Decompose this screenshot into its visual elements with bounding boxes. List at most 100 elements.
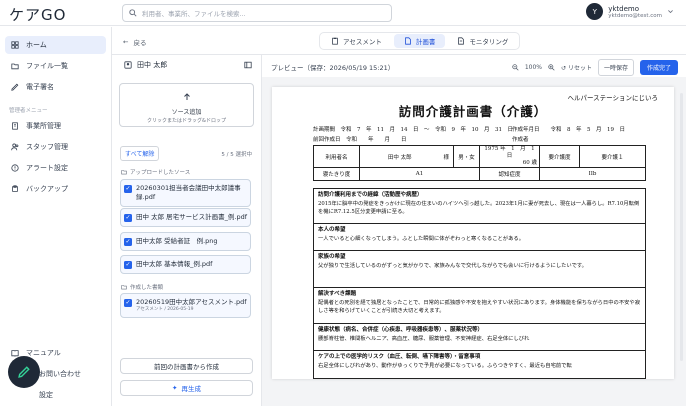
tab-plan[interactable]: 計画書 [393,34,446,48]
birth-cell: 1975 年 1 月 1 日 60 歳 [479,145,540,168]
tab-label: 計画書 [415,38,436,46]
document-page: ヘルパーステーションにじいろ 訪問介護計画書（介護） 計画期間 令和 7 年 1… [272,87,674,379]
checkbox-checked-icon[interactable]: ✓ [124,261,132,269]
sidebar-item-backup[interactable]: バックアップ [5,180,106,198]
upload-title: ソース追加 [171,109,202,116]
checkbox-checked-icon[interactable]: ✓ [124,214,132,222]
temp-save-button[interactable]: 一時保存 [597,59,634,76]
home-icon [11,41,19,49]
complete-button[interactable]: 作成完了 [639,60,678,75]
tab-label: アセスメント [343,38,382,46]
checkbox-checked-icon[interactable]: ✓ [124,299,132,307]
top-bar: ケアGO 利用者、事業所、ファイルを検索... Y yktdemo yktdem… [0,0,686,26]
preview-title: プレビュー（保存：2026/05/19 15:21） [271,64,395,72]
table-cell: 要介護度 [539,145,580,168]
sidebar-item-staff[interactable]: スタッフ管理 [5,138,106,156]
folder-icon [11,63,19,70]
search-input[interactable]: 利用者、事業所、ファイルを検索... [122,4,392,22]
sidebar-item-label: 電子署名 [26,83,54,91]
sidebar-item-alert[interactable]: アラート設定 [5,159,106,177]
section-title: 訪問介護利用までの経緯（活動歴や病歴） [318,192,423,198]
created-file[interactable]: ✓ 20260519田中太郎アセスメント.pdf アセスメント / 2026-0… [120,293,251,318]
sidebar-item-label: 設定 [39,391,53,399]
sidebar-item-settings[interactable]: 設定 [5,386,106,404]
selection-row: すべて解除 5 / 5 選択中 [120,146,252,161]
manager-menu-title: 管理者メニュー [9,108,48,114]
table-cell: 様 [439,145,454,168]
client-info-table: 利用者名 田中 太郎 様 男・女 1975 年 1 月 1 日 60 歳 要介護度… [313,145,646,181]
doc-section: 健康状態（病名、合併症（心疾患、呼吸器疾患等）、服薬状況等） 腰部脊柱管、椎間板… [313,324,646,351]
table-cell: 田中 太郎 [359,145,440,168]
client-header: 田中 太郎 [112,55,261,75]
section-body: 一人でいると心細くなってしまう。ふとした瞬間に体がぞわっと寒くなることがある。 [318,235,524,242]
create-from-previous-label: 前回の計画書から作成 [154,363,219,371]
section-title: 家族の希望 [318,254,346,260]
tab-bar: ← 戻る アセスメント 計画書 モニタリング [112,27,686,55]
uploaded-group-title: アップロードしたソース [121,168,190,176]
zoom-in-icon[interactable] [548,64,555,71]
table-cell: 要介護１ [579,145,646,168]
app-root: ケアGO 利用者、事業所、ファイルを検索... Y yktdemo yktdem… [0,0,686,406]
tab-group: アセスメント 計画書 モニタリング [319,32,521,50]
preview-header: プレビュー（保存：2026/05/19 15:21） 100% ↺ リセット 一… [262,55,686,77]
source-file[interactable]: ✓ 20260301担当者会議田中太郎議事録.pdf [120,179,251,207]
reset-button[interactable]: ↺ リセット [561,63,592,72]
edit-fab-button[interactable] [8,356,40,388]
back-button[interactable]: ← 戻る [123,37,146,47]
gender-cell: 男・女 [453,145,480,168]
author-label: 作成者 [512,137,529,143]
table-row: 利用者名 田中 太郎 様 男・女 1975 年 1 月 1 日 60 歳 要介護度… [313,145,646,168]
created-file-sub: アセスメント / 2026-05-19 [136,307,194,312]
avatar: Y [586,3,604,20]
user-name: yktdemo [608,4,640,13]
source-file-name: 田中 太郎 居宅サービス計画書_例.pdf [136,213,247,221]
regenerate-button[interactable]: ✦ 再生成 [120,380,253,396]
upload-icon [184,93,190,100]
sidebar-item-label: 事業所管理 [26,122,61,130]
section-title: 本人の希望 [318,227,346,233]
reset-label: リセット [567,65,592,72]
tab-assessment[interactable]: アセスメント [321,34,392,48]
doc-section: 解決すべき課題 配偶者との死別を経て独居となったことで、日常的に孤独感や不安を抱… [313,288,646,324]
sidebar-item-label: マニュアル [26,349,61,357]
checkbox-checked-icon[interactable]: ✓ [124,238,132,246]
source-file[interactable]: ✓ 田中 太郎 居宅サービス計画書_例.pdf [120,208,251,227]
preview-controls: 100% ↺ リセット 一時保存 作成完了 [512,59,678,76]
zoom-out-icon[interactable] [512,64,519,71]
previous-date: 前回作成日 令和 年 月 日 [313,137,407,143]
app-logo[interactable]: ケアGO [9,4,66,25]
create-from-previous-button[interactable]: 前回の計画書から作成 [120,358,253,374]
source-file[interactable]: ✓ 田中太郎 基本情報_例.pdf [120,255,251,274]
sidebar-item-signature[interactable]: 電子署名 [5,78,106,96]
upload-subtitle: クリックまたはドラッグ&ドロップ [147,118,226,124]
sidebar-item-label: ファイル一覧 [26,62,68,70]
created-group-title: 作成した書類 [121,283,163,291]
source-file-name: 田中太郎 受給者証 例.png [136,237,218,245]
clipboard-icon [332,37,338,45]
upload-dropzone[interactable]: ソース追加 クリックまたはドラッグ&ドロップ [119,83,254,127]
client-name: 田中 太郎 [137,61,168,69]
table-cell: A1 [359,167,480,181]
doc-section: 本人の希望 一人でいると心細くなってしまう。ふとした瞬間に体がぞわっと寒くなるこ… [313,224,646,251]
section-title: ケアの上での医学的リスク（血圧、転倒、嚥下障害等）・留意事項 [318,354,481,360]
user-menu[interactable]: Y yktdemo yktdemo@test.com [586,3,674,20]
sidebar-item-home[interactable]: ホーム [5,36,106,54]
sidebar-item-office[interactable]: 事業所管理 [5,117,106,135]
section-title: 健康状態（病名、合併症（心疾患、呼吸器疾患等）、服薬状況等） [318,327,484,333]
doc-section: ケアの上での医学的リスク（血圧、転倒、嚥下障害等）・留意事項 右足全体にしびれが… [313,351,646,379]
sidebar-item-label: アラート設定 [26,164,68,172]
preview-scrollbar[interactable] [680,93,683,361]
checkbox-checked-icon[interactable]: ✓ [124,185,132,193]
source-file[interactable]: ✓ 田中太郎 受給者証 例.png [120,232,251,251]
section-body: 右足全体にしびれがあり、動作がゆっくりで予見が必要になっている。ふらつきやすく、… [318,362,572,369]
signature-icon [11,83,19,91]
deselect-all-button[interactable]: すべて解除 [120,146,160,161]
document-icon [405,37,411,45]
table-cell: 寝たきり度 [313,167,360,181]
panel-toggle-icon[interactable] [244,61,252,69]
source-file-name: 20260301担当者会議田中太郎議事録.pdf [136,184,241,201]
tab-monitoring[interactable]: モニタリング [447,34,518,48]
folder-icon [121,170,127,175]
sidebar-item-files[interactable]: ファイル一覧 [5,57,106,75]
back-label: 戻る [133,39,147,47]
